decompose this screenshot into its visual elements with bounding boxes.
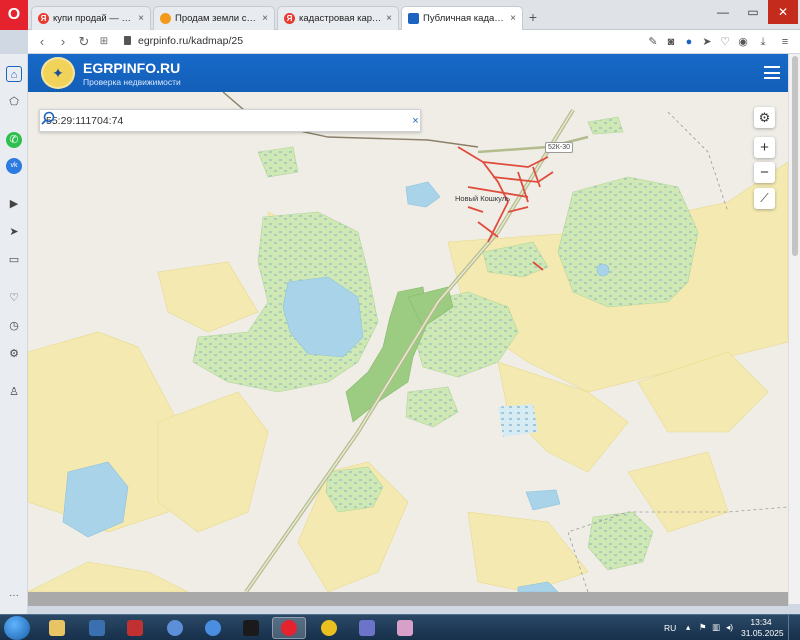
folder-icon <box>49 620 65 636</box>
home-icon[interactable]: ⌂ <box>6 66 22 82</box>
new-tab-button[interactable]: + <box>525 9 541 25</box>
wallet-icon[interactable]: ▭ <box>6 252 22 268</box>
opera-icon <box>281 620 297 636</box>
forward-button[interactable]: › <box>55 34 71 50</box>
taskbar-app-blue[interactable] <box>350 617 384 639</box>
address-bar: ‹ › ↻ ⊞ egrpinfo.ru/kadmap/25 ✎ ◙ ● ➤ ♡ … <box>28 30 800 54</box>
map-settings-gear-icon[interactable]: ⚙ <box>754 107 775 128</box>
zoom-in-button[interactable]: + <box>754 137 775 158</box>
paint-icon <box>397 620 413 636</box>
lock-app-icon <box>167 620 183 636</box>
app-icon <box>359 620 375 636</box>
search-icon[interactable] <box>40 110 56 126</box>
avito-icon <box>160 13 171 24</box>
tabs-grid-icon[interactable]: ⊞ <box>96 34 112 50</box>
site-name[interactable]: EGRPINFO.RU <box>83 60 180 76</box>
browser-tab-1[interactable]: Я купи продай — Яндекс: н × <box>31 6 151 30</box>
clock-date: 31.05.2025 <box>741 628 784 638</box>
site-header: ✦ EGRPINFO.RU Проверка недвижимости <box>28 54 788 92</box>
terminal-icon <box>243 620 259 636</box>
edit-icon[interactable]: ✎ <box>646 35 660 49</box>
network-icon[interactable]: ▥ <box>712 622 720 633</box>
lock-icon <box>124 36 131 45</box>
taskbar-save[interactable] <box>118 617 152 639</box>
vpn-shield-icon[interactable]: ● <box>682 35 696 49</box>
app-icon <box>321 620 337 636</box>
ruler-icon[interactable]: ⟋ <box>754 188 775 209</box>
browser-tab-3[interactable]: Я кадастровая карта омско × <box>277 6 399 30</box>
maximize-button[interactable]: ▭ <box>738 0 768 24</box>
cadastral-number-input[interactable] <box>46 113 376 129</box>
taskbar-terminal[interactable] <box>234 617 268 639</box>
volume-icon[interactable]: ◂) <box>726 622 733 633</box>
browser-tab-2[interactable]: Продам земли с/х 100 га × <box>153 6 275 30</box>
yandex-icon: Я <box>38 13 49 24</box>
shield-icon <box>408 13 419 24</box>
lightbulb-icon[interactable]: ♙ <box>6 384 22 400</box>
show-desktop-button[interactable] <box>788 615 800 640</box>
scrollbar-thumb[interactable] <box>792 56 798 256</box>
browser-tab-4-active[interactable]: Публичная кадастровая ка × <box>401 6 523 30</box>
close-window-button[interactable]: ✕ <box>768 0 798 24</box>
cadastral-map[interactable]: Новый Кошкуль 52К-30 × ⚙ + − ⟋ <box>28 92 788 592</box>
whatsapp-icon[interactable]: ✆ <box>6 132 22 148</box>
more-icon[interactable]: ··· <box>9 590 19 601</box>
profile-icon[interactable]: ◉ <box>736 35 750 49</box>
taskbar-app-yellow[interactable] <box>312 617 346 639</box>
reload-button[interactable]: ↻ <box>76 34 92 50</box>
camera-icon[interactable]: ◙ <box>664 35 678 49</box>
zoom-out-button[interactable]: − <box>754 162 775 183</box>
taskbar-paint[interactable] <box>388 617 422 639</box>
taskbar-lock[interactable] <box>158 617 192 639</box>
floppy-icon <box>127 620 143 636</box>
pin-icon[interactable]: ⬠ <box>6 94 22 110</box>
send-icon[interactable]: ➤ <box>6 224 22 240</box>
download-icon[interactable]: ⤓ <box>756 35 770 49</box>
windows-taskbar: RU ▴ ⚑ ▥ ◂) 13:34 31.05.2025 <box>0 614 800 640</box>
site-subtitle: Проверка недвижимости <box>83 77 181 87</box>
browser-tab-strip: O Я купи продай — Яндекс: н × Продам зем… <box>0 0 800 30</box>
vk-icon[interactable]: vk <box>6 158 22 174</box>
minimize-button[interactable]: — <box>708 0 738 24</box>
wetland <box>498 404 538 437</box>
taskbar-qbittorrent[interactable] <box>196 617 230 639</box>
system-clock[interactable]: 13:34 31.05.2025 <box>741 617 784 639</box>
qbittorrent-icon <box>205 620 221 636</box>
opera-sidebar: ⌂ ⬠ ✆ vk ▶ ➤ ▭ ♡ ◷ ⚙ ♙ <box>0 54 28 614</box>
hamburger-menu-icon[interactable] <box>764 66 780 79</box>
page-scrollbar[interactable] <box>788 54 800 604</box>
road-number-label: 52К-30 <box>545 142 573 153</box>
start-button[interactable] <box>4 616 30 640</box>
heart-icon[interactable]: ♡ <box>6 290 22 306</box>
cadastral-search-box: × <box>39 109 421 132</box>
menu-icon[interactable]: ≡ <box>778 35 792 49</box>
yandex-icon: Я <box>284 13 295 24</box>
close-tab-icon[interactable]: × <box>262 13 268 24</box>
tray-arrow-icon[interactable]: ▴ <box>686 622 690 633</box>
map-canvas[interactable] <box>28 92 788 592</box>
close-tab-icon[interactable]: × <box>138 13 144 24</box>
send-icon[interactable]: ➤ <box>700 35 714 49</box>
back-button[interactable]: ‹ <box>34 34 50 50</box>
flag-icon[interactable]: ⚑ <box>699 622 707 633</box>
settings-icon[interactable]: ⚙ <box>6 346 22 362</box>
clock-time: 13:34 <box>750 617 772 627</box>
player-icon[interactable]: ▶ <box>6 196 22 212</box>
url-field[interactable]: egrpinfo.ru/kadmap/25 <box>138 35 243 47</box>
taskbar-explorer[interactable] <box>40 617 74 639</box>
opera-menu-button[interactable]: O <box>0 0 28 30</box>
taskbar-media[interactable] <box>80 617 114 639</box>
village-label: Новый Кошкуль <box>455 194 511 203</box>
close-tab-icon[interactable]: × <box>510 13 516 24</box>
taskbar-opera[interactable] <box>272 617 306 639</box>
language-indicator[interactable]: RU <box>664 623 676 633</box>
close-tab-icon[interactable]: × <box>386 13 392 24</box>
history-icon[interactable]: ◷ <box>6 318 22 334</box>
map-footer-bar <box>28 592 788 606</box>
site-logo[interactable]: ✦ <box>41 57 75 89</box>
heart-icon[interactable]: ♡ <box>718 35 732 49</box>
clear-search-icon[interactable]: × <box>410 113 421 129</box>
media-player-icon <box>89 620 105 636</box>
